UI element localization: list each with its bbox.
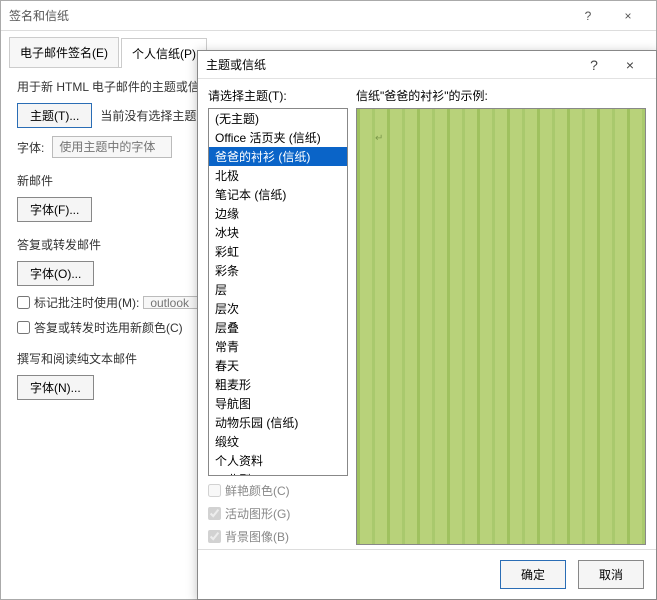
theme-list-item[interactable]: 层叠 [209,318,347,337]
active-graphics-label: 活动图形(G) [225,505,290,522]
theme-list-item[interactable]: (无主题) [209,109,347,128]
vivid-colors-label: 鲜艳颜色(C) [225,482,290,499]
mark-annotation-label: 标记批注时使用(M): [34,294,139,311]
theme-status: 当前没有选择主题 [100,107,196,124]
new-color-label: 答复或转发时选用新颜色(C) [34,319,183,336]
left-column: 请选择主题(T): (无主题)Office 活页夹 (信纸)爸爸的衬衫 (信纸)… [208,87,348,545]
background-image-row: 背景图像(B) [208,528,348,545]
background-image-label: 背景图像(B) [225,528,289,545]
parent-help-button[interactable]: ? [568,9,608,23]
parent-title: 签名和信纸 [9,7,69,24]
font-combo[interactable] [52,136,172,158]
theme-list-item[interactable]: 层 [209,280,347,299]
preview-label: 信纸"爸爸的衬衫"的示例: [356,87,646,104]
theme-dialog: 主题或信纸 ? × 请选择主题(T): (无主题)Office 活页夹 (信纸)… [197,50,657,600]
stationery-preview: ↵ [356,108,646,545]
theme-list-item[interactable]: 北极 [209,166,347,185]
parent-titlebar: 签名和信纸 ? × [1,1,656,31]
theme-list-item[interactable]: 常青 [209,337,347,356]
theme-list-item[interactable]: 缎纹 [209,432,347,451]
theme-list-item[interactable]: 层次 [209,299,347,318]
theme-list-item[interactable]: 彩虹 [209,242,347,261]
cancel-button[interactable]: 取消 [578,560,644,589]
font-o-button[interactable]: 字体(O)... [17,261,94,286]
theme-list-item[interactable]: 春天 [209,356,347,375]
vivid-colors-row: 鲜艳颜色(C) [208,482,348,499]
tab-personal-stationery[interactable]: 个人信纸(P) [121,38,207,68]
theme-titlebar: 主题或信纸 ? × [198,51,656,79]
active-graphics-row: 活动图形(G) [208,505,348,522]
mark-name-input[interactable] [143,296,203,309]
active-graphics-checkbox[interactable] [208,507,221,520]
theme-close-button[interactable]: × [612,57,648,73]
theme-button[interactable]: 主题(T)... [17,103,92,128]
theme-list-item[interactable]: 爸爸的衬衫 (信纸) [209,147,347,166]
theme-list-item[interactable]: 导航图 [209,394,347,413]
mark-annotation-checkbox[interactable] [17,296,30,309]
theme-body: 请选择主题(T): (无主题)Office 活页夹 (信纸)爸爸的衬衫 (信纸)… [198,79,656,549]
theme-list-item[interactable]: 粗麦形 [209,375,347,394]
font-label: 字体: [17,139,44,156]
theme-help-button[interactable]: ? [576,57,612,73]
preview-cursor-mark: ↵ [375,133,383,144]
select-theme-label: 请选择主题(T): [208,87,348,104]
font-f-button[interactable]: 字体(F)... [17,197,92,222]
theme-list-item[interactable]: 边缘 [209,204,347,223]
theme-list-item[interactable]: 彩条 [209,261,347,280]
theme-list-item[interactable]: Office 活页夹 (信纸) [209,128,347,147]
theme-list-item[interactable]: 冰块 [209,223,347,242]
tab-email-signature[interactable]: 电子邮件签名(E) [9,37,119,67]
ok-button[interactable]: 确定 [500,560,566,589]
theme-footer: 确定 取消 [198,549,656,599]
vivid-colors-checkbox[interactable] [208,484,221,497]
font-n-button[interactable]: 字体(N)... [17,375,94,400]
right-column: 信纸"爸爸的衬衫"的示例: ↵ [356,87,646,545]
parent-close-button[interactable]: × [608,9,648,23]
theme-listbox[interactable]: (无主题)Office 活页夹 (信纸)爸爸的衬衫 (信纸)北极笔记本 (信纸)… [208,108,348,476]
new-color-checkbox[interactable] [17,321,30,334]
theme-list-item[interactable]: 工业型 [209,470,347,476]
theme-list-item[interactable]: 个人资料 [209,451,347,470]
theme-list-item[interactable]: 动物乐园 (信纸) [209,413,347,432]
theme-dialog-title: 主题或信纸 [206,56,266,73]
stripe-pattern [357,109,645,544]
theme-list-item[interactable]: 笔记本 (信纸) [209,185,347,204]
background-image-checkbox[interactable] [208,530,221,543]
